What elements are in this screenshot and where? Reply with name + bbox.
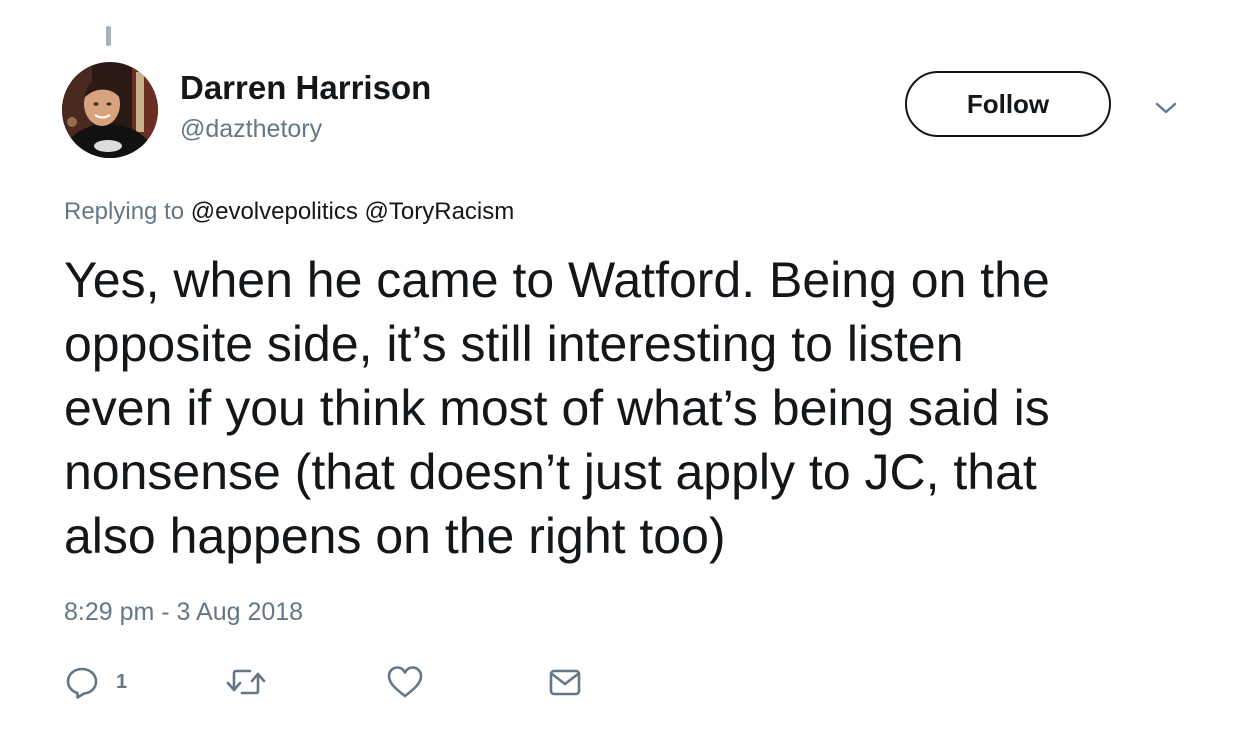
mention-evolvepolitics[interactable]: @evolvepolitics (191, 198, 358, 225)
avatar-photo (62, 62, 158, 158)
chevron-down-icon (1155, 102, 1177, 114)
replying-to-label: Replying to (64, 198, 185, 225)
tweet-timestamp[interactable]: 8:29 pm - 3 Aug 2018 (64, 596, 303, 628)
tweet-text-line: opposite side, it’s still interesting to… (64, 316, 964, 372)
reply-icon (66, 667, 98, 699)
follow-button[interactable]: Follow (905, 71, 1111, 137)
reply-button[interactable]: 1 (64, 660, 127, 704)
tweet-text: Yes, when he came to Watford. Being on t… (64, 248, 1194, 568)
tweet-text-line: Yes, when he came to Watford. Being on t… (64, 252, 1050, 308)
thread-connector-line (106, 26, 111, 46)
more-options-caret[interactable] (1152, 94, 1180, 122)
heart-icon (387, 666, 423, 698)
tweet-text-line: even if you think most of what’s being s… (64, 380, 1050, 436)
retweet-icon (226, 669, 266, 695)
avatar[interactable] (62, 62, 158, 158)
reply-context: Replying to @evolvepolitics @ToryRacism (64, 196, 514, 228)
direct-message-button[interactable] (548, 660, 582, 704)
mention-toryracism[interactable]: @ToryRacism (365, 198, 515, 225)
tweet-text-line: also happens on the right too) (64, 508, 726, 564)
reply-count: 1 (116, 670, 128, 693)
author-name[interactable]: Darren Harrison (180, 68, 431, 108)
envelope-icon (549, 669, 581, 696)
like-button[interactable] (386, 660, 424, 704)
author-handle[interactable]: @dazthetory (180, 113, 322, 145)
tweet-text-line: nonsense (that doesn’t just apply to JC,… (64, 444, 1037, 500)
retweet-button[interactable] (226, 660, 266, 704)
